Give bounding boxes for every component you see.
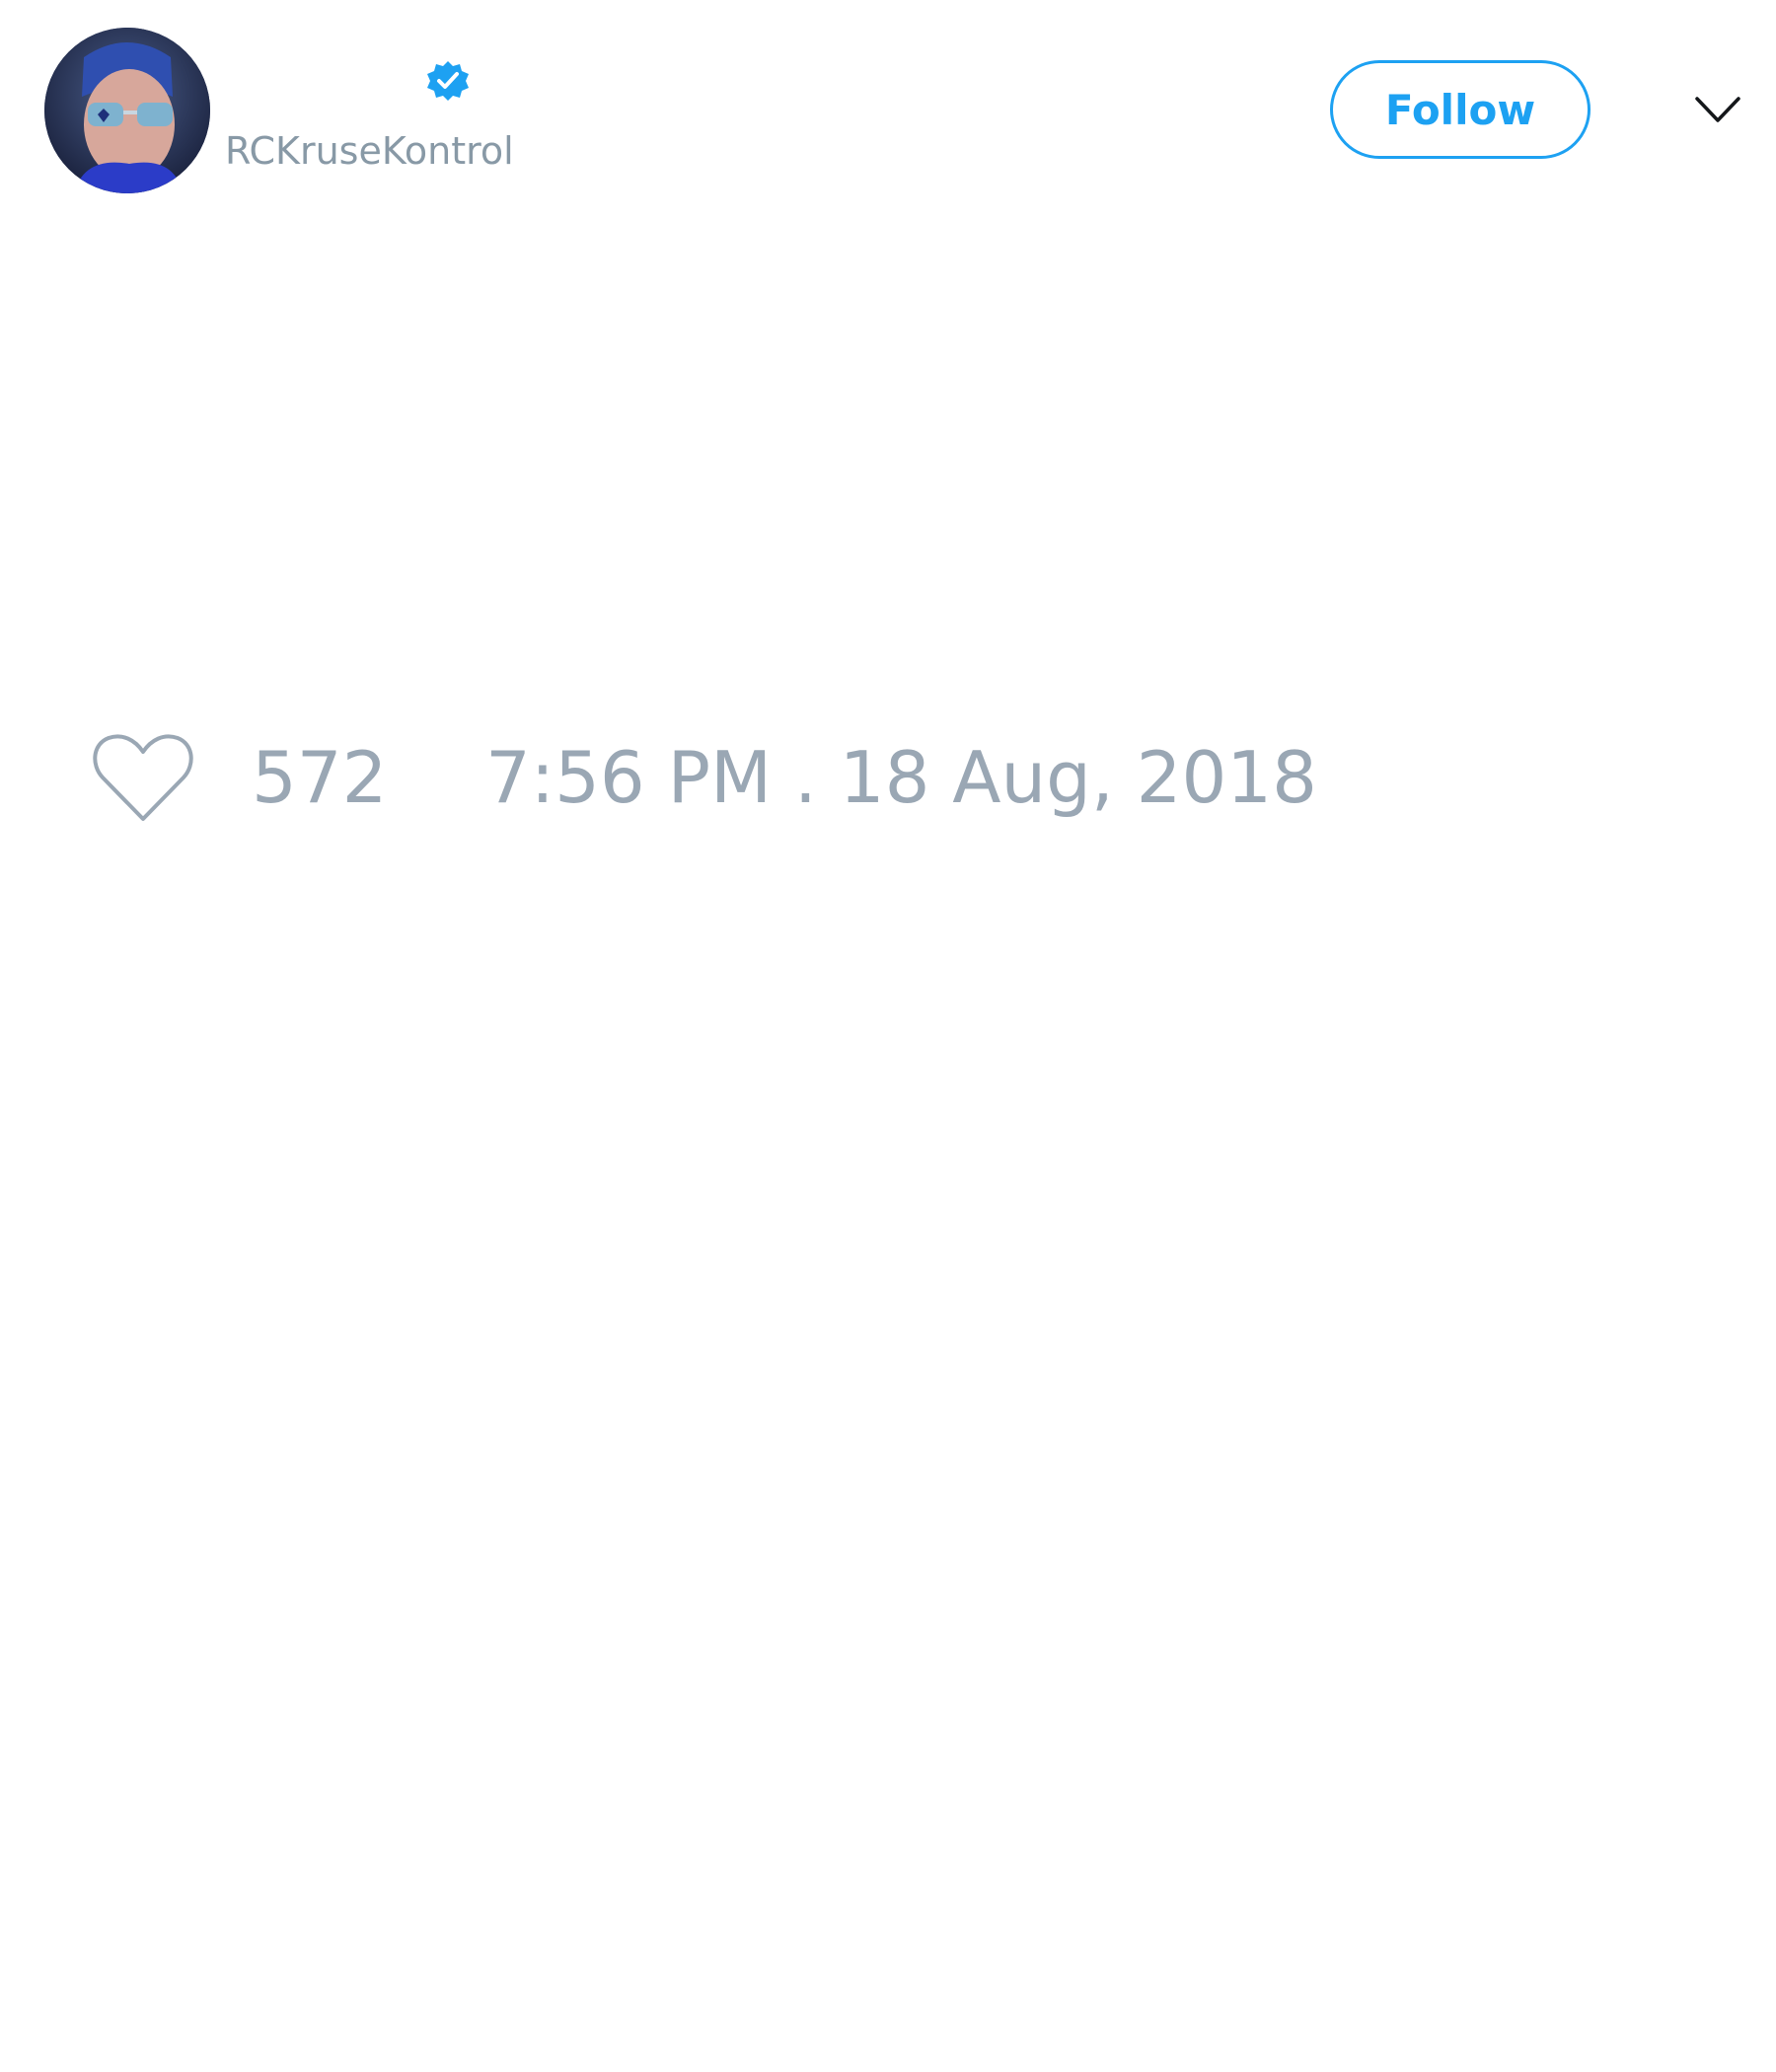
chevron-down-icon[interactable]	[1693, 91, 1742, 130]
follow-button[interactable]: Follow	[1330, 60, 1591, 159]
avatar[interactable]	[44, 28, 210, 193]
heart-outline-icon[interactable]	[89, 728, 197, 827]
tweet-action-row: 572 7:56 PM . 18 Aug, 2018	[89, 728, 1317, 827]
author-handle[interactable]: RCKruseKontrol	[225, 126, 514, 176]
tweet-timestamp[interactable]: 7:56 PM . 18 Aug, 2018	[485, 728, 1317, 827]
like-count: 572	[252, 736, 388, 819]
verified-badge-icon	[427, 61, 469, 101]
